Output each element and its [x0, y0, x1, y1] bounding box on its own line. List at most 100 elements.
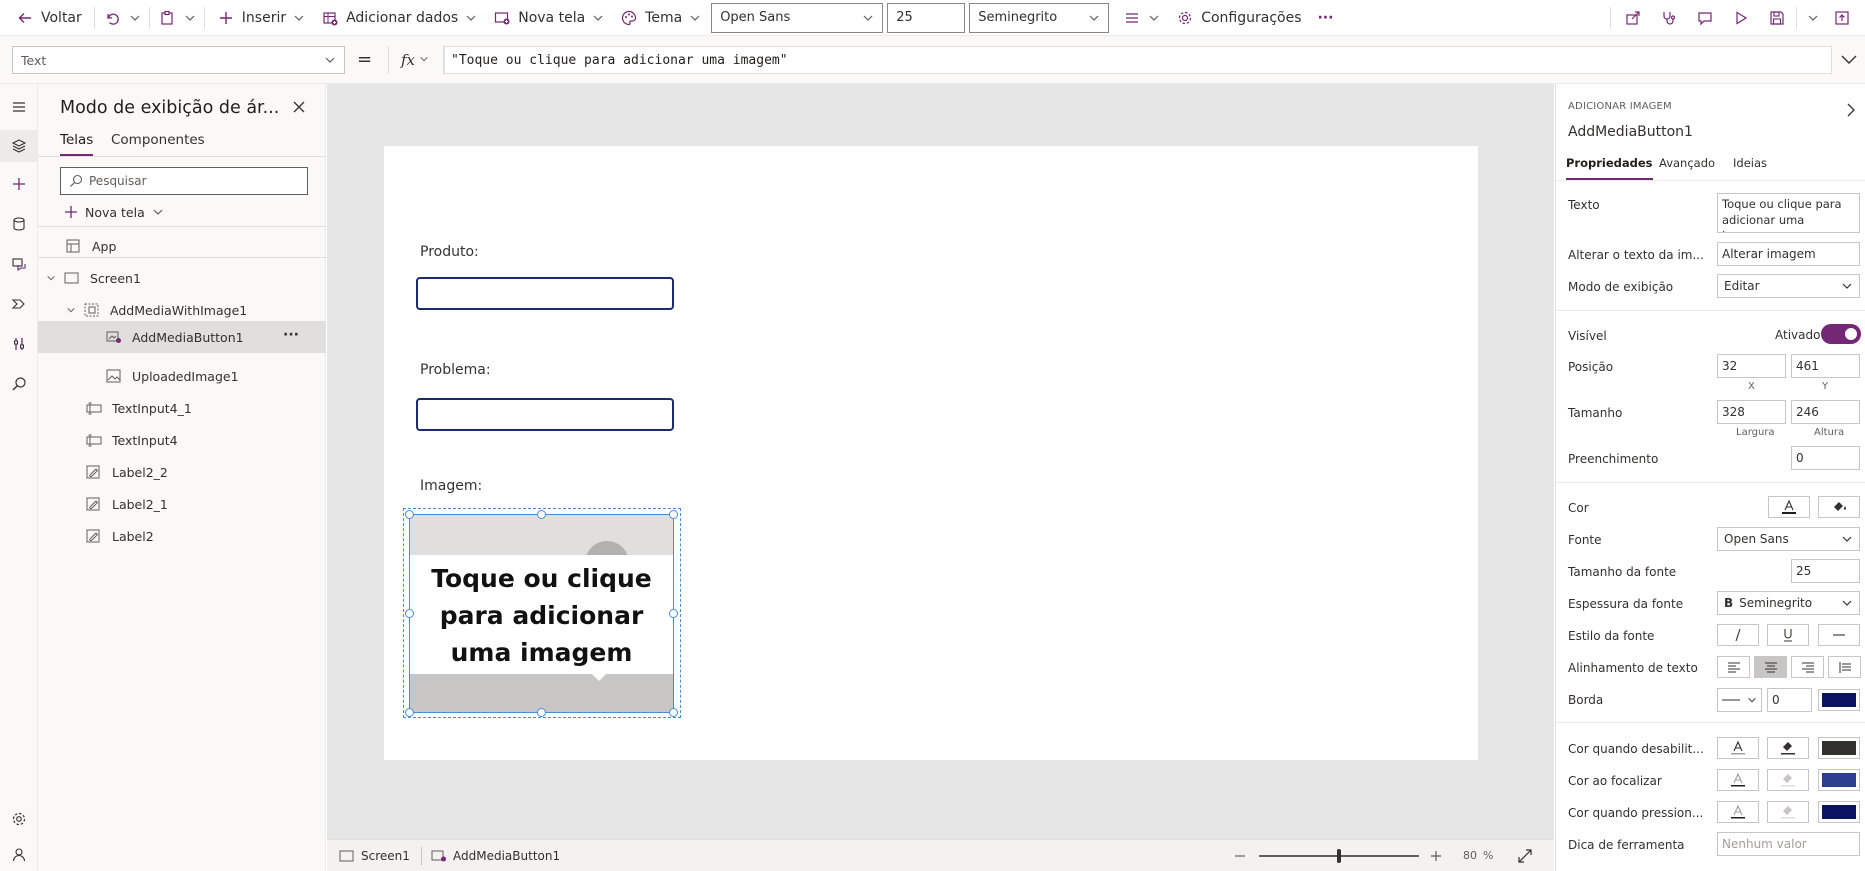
italic-button[interactable]: [1717, 624, 1759, 646]
comments-button[interactable]: [1687, 0, 1723, 36]
theme-button[interactable]: Tema: [612, 0, 709, 36]
pressed-fill-color-button[interactable]: [1767, 801, 1809, 823]
new-screen-button[interactable]: Nova tela: [485, 0, 612, 36]
search-input[interactable]: Pesquisar: [60, 167, 308, 195]
position-x-input[interactable]: 32: [1717, 354, 1786, 378]
insert-button[interactable]: Inserir: [209, 0, 313, 36]
pressed-border-swatch[interactable]: [1818, 801, 1860, 823]
tree-node-label2[interactable]: Label2: [86, 525, 154, 547]
media-icon[interactable]: [10, 255, 28, 273]
align-right-button[interactable]: [1791, 656, 1824, 678]
back-button[interactable]: Voltar: [0, 0, 90, 36]
hover-border-swatch[interactable]: [1818, 769, 1860, 791]
disabled-border-swatch[interactable]: [1818, 737, 1860, 759]
tree-node-textinput4-1[interactable]: TextInput4_1: [86, 397, 192, 419]
width-input[interactable]: 328: [1717, 400, 1786, 424]
search-icon[interactable]: [10, 375, 28, 393]
strikethrough-button[interactable]: [1818, 624, 1860, 646]
tab-avancado[interactable]: Avançado: [1659, 156, 1715, 180]
property-dropdown[interactable]: Text: [12, 46, 345, 74]
paste-button[interactable]: [154, 0, 180, 36]
undo-menu-button[interactable]: [125, 0, 145, 36]
tree-node-addmediawithimage1[interactable]: AddMediaWithImage1: [66, 299, 247, 321]
resize-handle[interactable]: [405, 510, 414, 519]
resize-handle[interactable]: [669, 708, 678, 717]
border-style-dropdown[interactable]: [1717, 688, 1762, 712]
align-center-button[interactable]: [1754, 656, 1787, 678]
database-icon[interactable]: [10, 215, 28, 233]
tree-view-tab[interactable]: [0, 130, 38, 162]
resize-handle[interactable]: [537, 510, 546, 519]
disabled-fill-color-button[interactable]: [1767, 737, 1809, 759]
resize-handle[interactable]: [405, 708, 414, 717]
tree-node-app[interactable]: App: [66, 235, 116, 257]
advanced-tools-icon[interactable]: [10, 335, 28, 353]
resize-handle[interactable]: [669, 609, 678, 618]
border-thickness-input[interactable]: 0: [1767, 688, 1812, 712]
font-weight-dropdown[interactable]: Seminegrito: [969, 2, 1110, 33]
disabled-text-color-button[interactable]: [1717, 737, 1759, 759]
zoom-out-button[interactable]: [1233, 849, 1247, 863]
height-input[interactable]: 246: [1791, 400, 1860, 424]
tree-node-screen1[interactable]: Screen1: [46, 267, 141, 289]
hamburger-icon[interactable]: [10, 98, 28, 116]
hover-fill-color-button[interactable]: [1767, 769, 1809, 791]
breadcrumb-screen[interactable]: Screen1: [339, 849, 410, 863]
publish-button[interactable]: [1825, 0, 1865, 36]
text-color-button[interactable]: [1768, 496, 1810, 518]
tab-ideias[interactable]: Ideias: [1733, 156, 1767, 180]
fit-to-window-button[interactable]: [1517, 848, 1533, 864]
align-left-button[interactable]: [1717, 656, 1750, 678]
control-name[interactable]: AddMediaButton1: [1568, 124, 1693, 140]
imagem-label[interactable]: Imagem:: [420, 478, 482, 494]
border-color-swatch[interactable]: [1818, 689, 1860, 711]
justify-button[interactable]: [1828, 656, 1861, 678]
undo-button[interactable]: [99, 0, 125, 36]
share-button[interactable]: [1615, 0, 1651, 36]
visible-toggle[interactable]: [1821, 324, 1861, 344]
tooltip-input[interactable]: Nenhum valor: [1717, 832, 1860, 856]
close-panel-button[interactable]: [292, 100, 306, 114]
font-family-dropdown[interactable]: Open Sans: [711, 2, 884, 33]
settings-button[interactable]: Configurações: [1168, 0, 1309, 36]
resize-handle[interactable]: [669, 510, 678, 519]
zoom-slider[interactable]: [1259, 849, 1419, 863]
new-screen-button[interactable]: Nova tela: [64, 200, 164, 224]
resize-handle[interactable]: [405, 609, 414, 618]
produto-text-input[interactable]: [416, 277, 674, 310]
tab-propriedades[interactable]: Propriedades: [1566, 156, 1653, 180]
tree-node-textinput4[interactable]: TextInput4: [86, 429, 178, 451]
preview-button[interactable]: [1723, 0, 1759, 36]
tree-node-uploadedimage1[interactable]: UploadedImage1: [106, 365, 239, 387]
add-media-button[interactable]: Toque ou clique para adicionar uma image…: [409, 514, 674, 713]
insert-plus-icon[interactable]: [10, 175, 28, 193]
power-automate-icon[interactable]: [10, 295, 28, 313]
hover-text-color-button[interactable]: [1717, 769, 1759, 791]
problema-label[interactable]: Problema:: [420, 362, 491, 378]
app-checker-button[interactable]: [1651, 0, 1687, 36]
produto-label[interactable]: Produto:: [420, 244, 479, 260]
expand-formula-button[interactable]: [1840, 52, 1858, 66]
problema-text-input[interactable]: [416, 398, 674, 431]
settings-gear-icon[interactable]: [10, 810, 28, 828]
formula-input[interactable]: "Toque ou clique para adicionar uma imag…: [444, 46, 1832, 74]
display-mode-dropdown[interactable]: Editar: [1717, 274, 1860, 298]
zoom-in-button[interactable]: [1429, 849, 1443, 863]
change-text-input[interactable]: Alterar imagem: [1717, 242, 1860, 266]
tab-telas[interactable]: Telas: [60, 132, 94, 156]
node-more-button[interactable]: ···: [283, 327, 299, 343]
text-align-button[interactable]: [1115, 0, 1168, 36]
virtual-agent-icon[interactable]: [10, 846, 28, 864]
font-dropdown[interactable]: Open Sans: [1717, 527, 1860, 551]
tab-componentes[interactable]: Componentes: [111, 132, 205, 156]
save-button[interactable]: [1759, 0, 1792, 36]
app-screen[interactable]: Produto: Problema: Imagem: Toque ou cliq…: [384, 146, 1478, 760]
texto-input[interactable]: Toque ou clique para adicionar uma image…: [1717, 193, 1860, 233]
padding-input[interactable]: 0: [1791, 446, 1860, 470]
underline-button[interactable]: [1767, 624, 1809, 646]
pressed-text-color-button[interactable]: [1717, 801, 1759, 823]
tree-node-addmediabutton1[interactable]: AddMediaButton1 ···: [38, 321, 326, 353]
breadcrumb-control[interactable]: AddMediaButton1: [431, 849, 560, 863]
resize-handle[interactable]: [537, 708, 546, 717]
add-data-button[interactable]: Adicionar dados: [313, 0, 485, 36]
